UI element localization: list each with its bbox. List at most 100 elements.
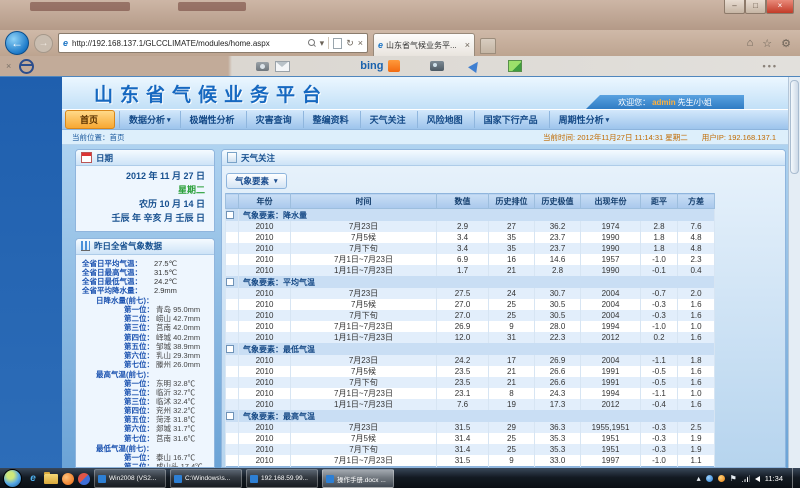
search-icon[interactable] (308, 39, 316, 47)
bing-logo[interactable]: bing (360, 60, 383, 72)
vertical-scrollbar[interactable] (788, 77, 800, 468)
sidebar: 日期 2012 年 11 月 27 日星期二农历 10 月 14 日壬辰 年 辛… (75, 149, 215, 468)
orange-app-taskbar-icon[interactable] (62, 473, 74, 485)
table-row[interactable]: 2010 7月1日~7月23日 31.5 9 33.0 1997 -1.0 1.… (226, 455, 715, 467)
cell-variance: 1.9 (678, 444, 715, 455)
table-row[interactable]: 2010 7月5候 3.4 35 23.7 1990 1.8 4.8 (226, 232, 715, 243)
nav-item[interactable]: 整编资料 (303, 111, 360, 128)
ranking-row: 第二位： 临沂 32.7℃ (82, 388, 212, 397)
tab-close-icon[interactable]: × (465, 40, 470, 50)
show-desktop-button[interactable] (792, 468, 797, 488)
action-center-flag-icon[interactable]: ⚑ (730, 474, 737, 483)
cell-year: 2010 (239, 310, 291, 321)
group-checkbox[interactable] (226, 412, 234, 420)
ranking-row: 第六位： 乳山 29.3mm (82, 351, 212, 360)
new-tab-button[interactable] (480, 38, 496, 54)
browser-back-button[interactable]: ← (5, 31, 29, 55)
table-row[interactable]: 2010 1月1日~7月23日 7.6 19 17.3 2012 -0.4 1.… (226, 399, 715, 410)
table-row[interactable]: 2010 1月1日~7月23日 1.7 21 2.8 1990 -0.1 0.4 (226, 265, 715, 276)
rank-label: 第一位： (124, 379, 154, 388)
taskbar-window-button[interactable]: Win2008 (VS2... (94, 469, 166, 488)
rank-value: 青岛 95.0mm (156, 305, 200, 314)
window-app-icon (98, 475, 106, 483)
toolbar-close-icon[interactable]: × (6, 61, 11, 71)
close-button[interactable]: × (766, 0, 794, 14)
media-app-taskbar-icon[interactable] (78, 473, 90, 485)
orange-app-icon[interactable] (388, 60, 400, 72)
weather-data-table: 年份 时间 数值 历史排位 历史极值 出现年份 距平 方差 (225, 193, 715, 467)
chevron-down-icon[interactable]: ▾ (320, 38, 325, 49)
group-header-row[interactable]: 气象要素：最高气温 (226, 410, 715, 422)
tray-orange-app-icon[interactable] (718, 475, 725, 482)
browser-tab[interactable]: e 山东省气候业务平... × (373, 33, 475, 56)
address-bar[interactable]: e http://192.168.137.1/GLCCLIMATE/module… (58, 33, 368, 53)
nav-item[interactable]: 风险地图 (417, 111, 474, 128)
taskbar-window-button[interactable]: 操作手册.docx ... (322, 469, 394, 488)
cell-value: 24.2 (437, 355, 489, 366)
group-header-row[interactable]: 气象要素：降水量 (226, 209, 715, 222)
group-checkbox[interactable] (226, 278, 234, 286)
table-row[interactable]: 2010 7月1日~7月23日 26.9 9 28.0 1994 -1.0 1.… (226, 321, 715, 332)
group-header-row[interactable]: 气象要素：最低气温 (226, 343, 715, 355)
network-icon[interactable] (742, 475, 750, 482)
cell-year: 2010 (239, 444, 291, 455)
taskbar-window-button[interactable]: 192.168.59.99... (246, 469, 318, 488)
favorites-star-icon[interactable]: ☆ (762, 37, 772, 50)
table-row[interactable]: 2010 7月23日 2.9 27 36.2 1974 2.8 7.6 (226, 221, 715, 232)
blocked-circle-icon[interactable] (19, 59, 34, 74)
table-row[interactable]: 2010 7月下旬 31.4 25 35.3 1951 -0.3 1.9 (226, 444, 715, 455)
table-row[interactable]: 2010 7月1日~7月23日 23.1 8 24.3 1994 -1.1 1.… (226, 388, 715, 399)
browser-forward-button[interactable]: → (34, 34, 53, 53)
table-row[interactable]: 2010 7月下旬 23.5 21 26.6 1991 -0.5 1.6 (226, 377, 715, 388)
cell-variance: 1.0 (678, 321, 715, 332)
cell-value: 3.4 (437, 243, 489, 254)
table-row[interactable]: 2010 7月5候 27.0 25 30.5 2004 -0.3 1.6 (226, 299, 715, 310)
table-row[interactable]: 2010 7月下旬 3.4 35 23.7 1990 1.8 4.8 (226, 243, 715, 254)
camera-icon[interactable] (256, 62, 269, 71)
cell-year: 2010 (239, 455, 291, 467)
divider (328, 37, 329, 49)
minimize-button[interactable]: – (724, 0, 745, 14)
nav-item[interactable]: 首页 (65, 110, 115, 129)
start-button[interactable] (3, 469, 22, 488)
brush-icon[interactable] (469, 59, 483, 73)
tray-expand-icon[interactable]: ▴ (697, 474, 701, 483)
group-checkbox[interactable] (226, 211, 234, 219)
stop-icon[interactable]: × (358, 38, 363, 48)
table-row[interactable]: 2010 7月23日 27.5 24 30.7 2004 -0.7 2.0 (226, 288, 715, 299)
nav-item[interactable]: 极端性分析 (180, 111, 246, 128)
explorer-taskbar-icon[interactable] (44, 474, 58, 484)
nav-item[interactable]: 灾害查询 (246, 111, 303, 128)
compatibility-page-icon[interactable] (333, 38, 342, 49)
table-row[interactable]: 2010 7月5候 23.5 21 26.6 1991 -0.5 1.6 (226, 366, 715, 377)
tray-blue-app-icon[interactable] (706, 475, 713, 482)
maximize-button[interactable]: □ (745, 0, 766, 14)
group-header-row[interactable]: 气象要素：平均气温 (226, 276, 715, 288)
nav-item[interactable]: 天气关注 (360, 111, 417, 128)
table-row[interactable]: 2010 7月23日 24.2 17 26.9 2004 -1.1 1.8 (226, 355, 715, 366)
nav-item[interactable]: 周期性分析 ▾ (549, 111, 619, 128)
url-text[interactable]: http://192.168.137.1/GLCCLIMATE/modules/… (72, 39, 304, 48)
clock[interactable]: 11:34 (765, 474, 783, 483)
envelope-icon[interactable] (275, 61, 290, 72)
element-filter-button[interactable]: 气象要素 ▾ (226, 173, 287, 189)
speaker-icon[interactable] (755, 476, 760, 482)
screenshot-icon[interactable] (430, 61, 444, 71)
home-icon[interactable]: ⌂ (747, 37, 754, 50)
table-row[interactable]: 2010 7月下旬 27.0 25 30.5 2004 -0.3 1.6 (226, 310, 715, 321)
table-row[interactable]: 2010 7月1日~7月23日 6.9 16 14.6 1957 -1.0 2.… (226, 254, 715, 265)
table-row[interactable]: 2010 7月23日 31.5 29 36.3 1955,1951 -0.3 2… (226, 422, 715, 433)
refresh-icon[interactable]: ↻ (346, 38, 354, 49)
nav-item[interactable]: 国家下行产品 (474, 111, 549, 128)
settings-gear-icon[interactable]: ⚙ (781, 37, 791, 50)
scrollbar-thumb[interactable] (790, 80, 799, 174)
taskbar-window-button[interactable]: C:\Windows\s... (170, 469, 242, 488)
picture-icon[interactable] (508, 60, 522, 72)
table-row[interactable]: 2010 7月5候 31.4 25 35.3 1951 -0.3 1.9 (226, 433, 715, 444)
cell-extreme: 30.7 (535, 288, 581, 299)
group-checkbox[interactable] (226, 345, 234, 353)
nav-item[interactable]: 数据分析 ▾ (119, 111, 180, 128)
ie-taskbar-icon[interactable]: e (26, 473, 40, 485)
toolbar-overflow-icon[interactable]: ••• (763, 61, 794, 71)
table-row[interactable]: 2010 1月1日~7月23日 12.0 31 22.3 2012 0.2 1.… (226, 332, 715, 343)
